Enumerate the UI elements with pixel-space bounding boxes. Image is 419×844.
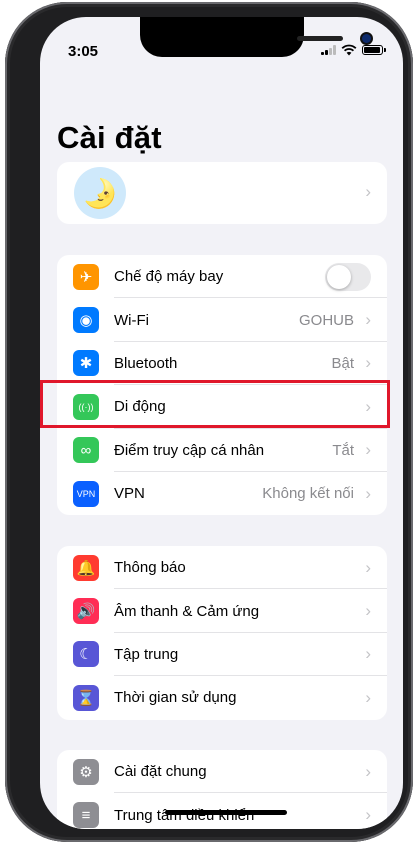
chevron-right-icon: › xyxy=(365,310,371,330)
cellular-signal-icon xyxy=(321,45,336,55)
settings-row-sounds[interactable]: 🔊 Âm thanh & Cảm ứng › xyxy=(57,589,387,633)
chevron-right-icon: › xyxy=(365,644,371,664)
settings-row-label: Cài đặt chung xyxy=(114,763,207,781)
bell-icon: 🔔 xyxy=(73,554,99,581)
settings-row-label: Thông báo xyxy=(114,559,186,577)
moon-icon: ☾ xyxy=(73,641,99,668)
settings-row-value: Không kết nối xyxy=(262,485,354,503)
settings-row-vpn[interactable]: VPN VPN Không kết nối › xyxy=(57,472,387,515)
settings-row-label: Âm thanh & Cảm ứng xyxy=(114,602,260,620)
vpn-icon: VPN xyxy=(73,480,99,507)
settings-row-label: Bluetooth xyxy=(114,354,178,372)
chevron-right-icon: › xyxy=(365,687,371,707)
switches-icon: ≡ xyxy=(73,802,99,829)
airplane-mode-toggle[interactable] xyxy=(325,262,371,291)
status-time: 3:05 xyxy=(68,43,99,60)
settings-row-wifi[interactable]: ◉ Wi‑Fi GOHUB › xyxy=(57,298,387,342)
highlight-box xyxy=(40,380,390,428)
speaker-grille xyxy=(297,36,343,41)
gear-icon: ⚙ xyxy=(73,758,99,785)
settings-row-value: Bật xyxy=(331,354,354,372)
settings-row-screentime[interactable]: ⌛ Thời gian sử dụng › xyxy=(57,676,387,719)
wifi-status-icon xyxy=(341,44,357,56)
camera-icon xyxy=(362,34,371,43)
chevron-right-icon: › xyxy=(365,601,371,621)
hotspot-icon: ∞ xyxy=(73,437,99,464)
settings-row-label: Điểm truy cập cá nhân xyxy=(114,441,265,459)
settings-row-value: Tắt xyxy=(332,441,354,459)
airplane-icon: ✈ xyxy=(73,263,99,290)
avatar: 🌛 xyxy=(74,167,126,219)
battery-icon xyxy=(362,45,386,55)
chevron-right-icon: › xyxy=(365,353,371,373)
settings-row-value: GOHUB xyxy=(298,311,354,329)
profile-card[interactable]: 🌛 › xyxy=(57,162,387,224)
settings-row-label: Chế độ máy bay xyxy=(114,268,224,286)
settings-row-label: Wi‑Fi xyxy=(114,311,149,329)
settings-group-notifications: 🔔 Thông báo › 🔊 Âm thanh & Cảm ứng › ☾ Tập trun… xyxy=(57,546,387,720)
speaker-icon: 🔊 xyxy=(73,598,99,625)
settings-row-bluetooth[interactable]: ✱ Bluetooth Bật › xyxy=(57,342,387,386)
settings-row-airplane[interactable]: ✈ Chế độ máy bay xyxy=(57,255,387,299)
chevron-right-icon: › xyxy=(365,805,371,825)
bluetooth-icon: ✱ xyxy=(73,350,99,377)
wifi-icon: ◉ xyxy=(73,307,99,334)
settings-row-label: Tập trung xyxy=(114,645,179,663)
notch xyxy=(140,17,371,57)
settings-row-general[interactable]: ⚙ Cài đặt chung › xyxy=(57,750,387,794)
chevron-right-icon: › xyxy=(365,557,371,577)
chevron-right-icon: › xyxy=(365,440,371,460)
settings-group-general: ⚙ Cài đặt chung › ≡ Trung tâm điều khiển › xyxy=(57,750,387,829)
status-icons xyxy=(321,44,386,56)
page-title: Cài đặt xyxy=(57,120,162,155)
settings-row-hotspot[interactable]: ∞ Điểm truy cập cá nhân Tắt › xyxy=(57,429,387,472)
chevron-right-icon: › xyxy=(365,761,371,781)
settings-row-focus[interactable]: ☾ Tập trung › xyxy=(57,633,387,677)
chevron-right-icon: › xyxy=(365,182,371,201)
moon-face-icon: 🌛 xyxy=(82,177,118,209)
hourglass-icon: ⌛ xyxy=(73,684,99,711)
settings-row-label: VPN xyxy=(114,485,145,503)
settings-row-label: Thời gian sử dụng xyxy=(114,689,237,707)
chevron-right-icon: › xyxy=(365,483,371,503)
settings-row-notifications[interactable]: 🔔 Thông báo › xyxy=(57,546,387,590)
toggle-knob xyxy=(327,264,351,289)
home-indicator[interactable] xyxy=(165,810,287,815)
